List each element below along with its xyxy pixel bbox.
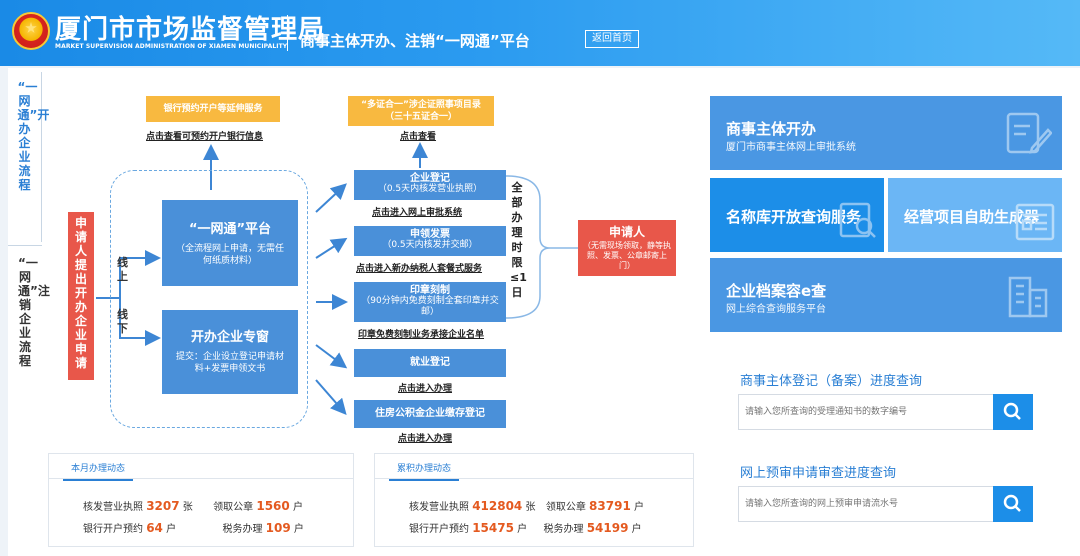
preaudit-progress-title: 网上预审申请审查进度查询 [740, 466, 897, 481]
search-icon [1003, 402, 1021, 420]
document-edit-icon [1006, 112, 1052, 154]
bank-extension-box: 银行预约开户等延伸服务 [146, 96, 280, 122]
step-seal: 印章刻制 （90分钟内免费刻制全套印章并交邮） [354, 282, 506, 322]
total-bank-unit: 户 [517, 524, 528, 535]
stats-total-row2: 银行开户预约 15475 户 税务办理 54199 户 [409, 520, 642, 535]
total-seal-label: 领取公章 [545, 502, 586, 513]
stats-month-panel: 本月办理动态 核发营业执照 3207 张 领取公章 1560 户 银行开户预约 … [48, 453, 354, 547]
catalog-link[interactable]: 点击查看 [400, 129, 436, 142]
total-license-value: 412804 [472, 499, 523, 513]
stats-total-row1: 核发营业执照 412804 张 领取公章 83791 户 [409, 498, 644, 513]
time-limit-label: 全部办理时限≤1日 [510, 180, 527, 300]
total-tax-label: 税务办理 [543, 524, 584, 535]
step2-title: 申领发票 [410, 229, 450, 240]
preaudit-serial-input[interactable] [738, 486, 994, 522]
service-archive-subtitle: 网上综合查询服务平台 [726, 304, 826, 315]
service-business-startup[interactable]: 商事主体开办 厦门市商事主体网上审批系统 [710, 96, 1062, 170]
applicant-request-box: 申请人提出开办企业申请 [68, 212, 94, 380]
month-tax-value: 109 [265, 521, 291, 535]
registration-search-button[interactable] [993, 394, 1033, 430]
total-tax-unit: 户 [631, 524, 642, 535]
online-label: 线上 [117, 256, 129, 284]
search-document-icon [839, 202, 876, 238]
service-archive-title: 企业档案容e查 [726, 282, 827, 300]
service-business-scope-generator[interactable]: 经营项目自助生成器 [888, 178, 1062, 252]
stats-month-row2: 银行开户预约 64 户 税务办理 109 户 [83, 520, 304, 535]
step3-title: 印章刻制 [410, 285, 450, 296]
stats-total-divider [375, 478, 693, 479]
month-bank-label: 银行开户预约 [83, 524, 143, 535]
month-license-value: 3207 [146, 499, 180, 513]
total-bank-label: 银行开户预约 [409, 524, 469, 535]
total-seal-unit: 户 [633, 502, 644, 513]
preaudit-search-button[interactable] [993, 486, 1033, 522]
total-license-unit: 张 [525, 502, 536, 513]
registration-progress-title: 商事主体登记（备案）进度查询 [740, 374, 923, 389]
service-startup-subtitle: 厦门市商事主体网上审批系统 [726, 142, 856, 153]
building-icon [1008, 276, 1048, 318]
total-bank-value: 15475 [472, 521, 514, 535]
month-seal-value: 1560 [256, 499, 290, 513]
month-seal-unit: 户 [292, 502, 303, 513]
step1-link[interactable]: 点击进入网上审批系统 [372, 205, 462, 218]
search-icon [1003, 494, 1021, 512]
step4-title: 就业登记 [410, 357, 450, 368]
catalog-box: “多证合一”涉企证照事项目录 （三十五证合一） [348, 96, 494, 126]
applicant-receive-box: 申请人 （无需现场领取，静等执照、发票、公章邮寄上门） [578, 220, 676, 276]
applicant-receive-desc: （无需现场领取，静等执照、发票、公章邮寄上门） [583, 241, 671, 270]
step4-link[interactable]: 点击进入办理 [398, 381, 452, 394]
step3-link[interactable]: 印章免费刻制业务承接企业名单 [358, 327, 484, 340]
step-business-registration: 企业登记 （0.5天内核发营业执照） [354, 170, 506, 200]
stats-month-divider [49, 478, 353, 479]
month-bank-value: 64 [146, 521, 163, 535]
form-list-icon [1015, 203, 1055, 241]
month-bank-unit: 户 [166, 524, 177, 535]
step1-title: 企业登记 [410, 173, 450, 184]
stats-total-panel: 累积办理动态 核发营业执照 412804 张 领取公章 83791 户 银行开户… [374, 453, 694, 547]
applicant-request-label: 申请人提出开办企业申请 [74, 216, 87, 370]
service-name-query[interactable]: 名称库开放查询服务 [710, 178, 884, 252]
offline-counter-title: 开办企业专窗 [190, 330, 269, 345]
online-platform-desc: （全流程网上申请，无需任何纸质材料） [175, 244, 284, 266]
month-seal-label: 领取公章 [213, 502, 254, 513]
step2-link[interactable]: 点击进入新办纳税人套餐式服务 [356, 261, 482, 274]
total-seal-value: 83791 [589, 499, 631, 513]
month-license-label: 核发营业执照 [83, 502, 143, 513]
offline-counter-box: 开办企业专窗 提交：企业设立登记申请材料+发票申领文书 [162, 310, 298, 394]
month-tax-label: 税务办理 [222, 524, 263, 535]
step1-desc: （0.5天内核发营业执照） [377, 184, 483, 194]
service-startup-title: 商事主体开办 [726, 120, 817, 138]
stats-month-row1: 核发营业执照 3207 张 领取公章 1560 户 [83, 498, 303, 513]
step5-title: 住房公积金企业缴存登记 [375, 408, 485, 419]
step-housing-fund: 住房公积金企业缴存登记 [354, 400, 506, 428]
offline-label-text: 线下 [117, 308, 128, 335]
month-license-unit: 张 [182, 502, 193, 513]
step-employment: 就业登记 [354, 349, 506, 377]
catalog-line2: （三十五证合一） [384, 112, 457, 122]
online-platform-box[interactable]: “一网通”平台 （全流程网上申请，无需任何纸质材料） [162, 200, 298, 286]
bank-extension-label: 银行预约开户等延伸服务 [163, 104, 263, 114]
online-label-text: 线上 [117, 256, 128, 283]
offline-label: 线下 [117, 308, 129, 336]
step3-desc: （90分钟内免费刻制全套印章并交邮） [361, 296, 499, 317]
step-invoice: 申领发票 （0.5天内核发并交邮） [354, 226, 506, 256]
offline-counter-desc: 提交：企业设立登记申请材料+发票申领文书 [176, 352, 285, 374]
service-archive-query[interactable]: 企业档案容e查 网上综合查询服务平台 [710, 258, 1062, 332]
applicant-receive-title: 申请人 [608, 225, 645, 239]
step5-link[interactable]: 点击进入办理 [398, 431, 452, 444]
catalog-line1: “多证合一”涉企证照事项目录 [361, 100, 481, 110]
total-license-label: 核发营业执照 [409, 502, 469, 513]
online-platform-title: “一网通”平台 [188, 222, 272, 237]
bank-info-link[interactable]: 点击查看可预约开户银行信息 [146, 129, 263, 142]
step2-desc: （0.5天内核发并交邮） [382, 240, 478, 250]
registration-number-input[interactable] [738, 394, 994, 430]
total-tax-value: 54199 [586, 521, 629, 535]
month-tax-unit: 户 [293, 524, 304, 535]
